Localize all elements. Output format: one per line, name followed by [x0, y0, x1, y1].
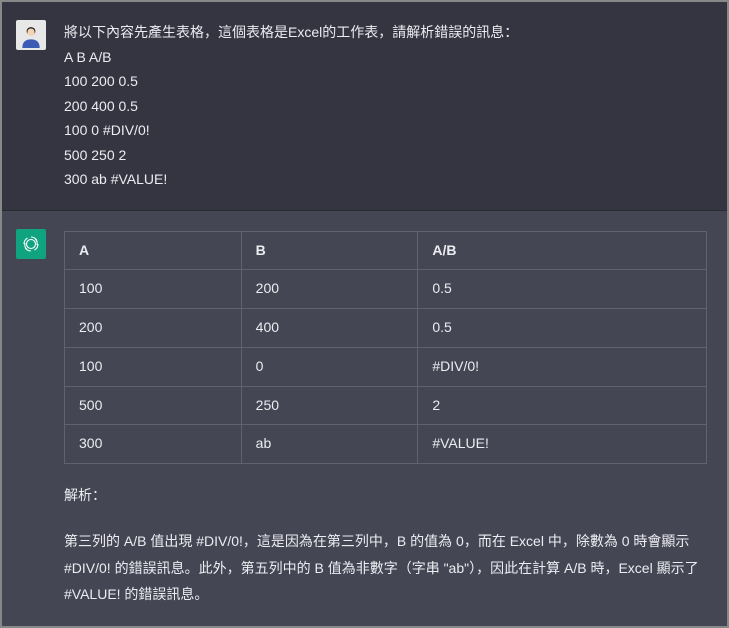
explanation-body: 第三列的 A/B 值出現 #DIV/0!，這是因為在第三列中，B 的值為 0，而…	[64, 528, 707, 608]
table-row: 100 200 0.5	[65, 270, 707, 309]
cell: 500	[65, 386, 242, 425]
openai-icon	[21, 234, 41, 254]
col-header-b: B	[241, 231, 418, 270]
user-line: 將以下內容先產生表格，這個表格是Excel的工作表，請解析錯誤的訊息：	[64, 20, 707, 45]
table-row: 300 ab #VALUE!	[65, 425, 707, 464]
cell: 0.5	[418, 309, 707, 348]
person-icon	[18, 22, 44, 48]
assistant-message-content: A B A/B 100 200 0.5 200 400 0.5 100	[64, 229, 707, 608]
user-line: 500 250 2	[64, 143, 707, 168]
cell: 100	[65, 270, 242, 309]
table-row: 200 400 0.5	[65, 309, 707, 348]
user-line: 300 ab #VALUE!	[64, 167, 707, 192]
assistant-avatar	[16, 229, 46, 259]
cell: 250	[241, 386, 418, 425]
table-header-row: A B A/B	[65, 231, 707, 270]
cell: 0.5	[418, 270, 707, 309]
cell: 300	[65, 425, 242, 464]
user-message: 將以下內容先產生表格，這個表格是Excel的工作表，請解析錯誤的訊息： A B …	[2, 2, 727, 210]
user-line: A B A/B	[64, 45, 707, 70]
cell: 100	[65, 347, 242, 386]
cell: #DIV/0!	[418, 347, 707, 386]
col-header-a: A	[65, 231, 242, 270]
user-message-content: 將以下內容先產生表格，這個表格是Excel的工作表，請解析錯誤的訊息： A B …	[64, 20, 707, 192]
table-row: 100 0 #DIV/0!	[65, 347, 707, 386]
excel-table: A B A/B 100 200 0.5 200 400 0.5 100	[64, 231, 707, 465]
user-avatar	[16, 20, 46, 50]
assistant-message: A B A/B 100 200 0.5 200 400 0.5 100	[2, 210, 727, 626]
explanation-title: 解析：	[64, 484, 707, 508]
cell: 200	[241, 270, 418, 309]
user-line: 100 0 #DIV/0!	[64, 118, 707, 143]
cell: #VALUE!	[418, 425, 707, 464]
cell: ab	[241, 425, 418, 464]
user-line: 200 400 0.5	[64, 94, 707, 119]
cell: 400	[241, 309, 418, 348]
cell: 200	[65, 309, 242, 348]
cell: 0	[241, 347, 418, 386]
table-row: 500 250 2	[65, 386, 707, 425]
cell: 2	[418, 386, 707, 425]
user-line: 100 200 0.5	[64, 69, 707, 94]
col-header-ab: A/B	[418, 231, 707, 270]
